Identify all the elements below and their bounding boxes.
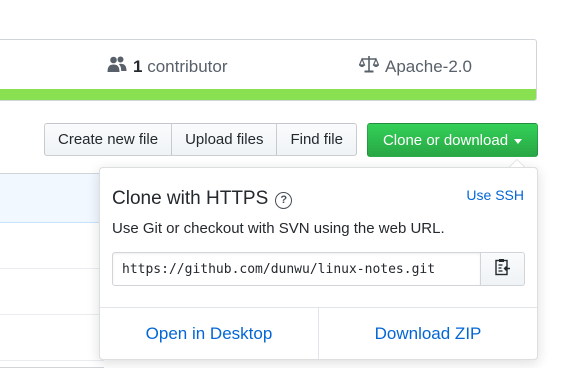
create-new-file-button[interactable]: Create new file <box>44 123 173 156</box>
contributors-label: contributor <box>147 56 228 76</box>
clone-url-input[interactable] <box>112 252 481 286</box>
law-icon <box>358 55 380 78</box>
dropdown-pointer <box>509 159 525 167</box>
commit-header-row <box>0 174 104 223</box>
license-label: Apache-2.0 <box>385 56 472 76</box>
copy-url-button[interactable] <box>481 252 525 286</box>
question-icon[interactable]: ? <box>275 191 293 209</box>
clipboard-icon <box>494 258 511 281</box>
caret-down-icon <box>514 138 523 144</box>
use-ssh-link[interactable]: Use SSH <box>466 187 524 203</box>
license-link[interactable]: Apache-2.0 <box>358 55 472 78</box>
clone-title-text: Clone with HTTPS <box>112 188 269 209</box>
language-bar <box>0 89 536 100</box>
clone-or-download-label: Clone or download <box>382 131 509 149</box>
file-table <box>0 173 104 368</box>
clone-url-group <box>112 252 525 286</box>
clone-footer: Open in Desktop Download ZIP <box>100 307 537 359</box>
find-file-button[interactable]: Find file <box>276 123 357 156</box>
clone-or-download-button[interactable]: Clone or download <box>367 123 538 157</box>
contributors-link[interactable]: 1 contributor <box>107 55 228 78</box>
table-row[interactable] <box>0 269 104 315</box>
clone-description: Use Git or checkout with SVN using the w… <box>112 220 445 237</box>
people-icon <box>107 55 127 78</box>
contributors-count: 1 <box>133 56 143 76</box>
clone-dropdown: Clone with HTTPS ? Use SSH Use Git or ch… <box>99 159 538 360</box>
repo-summary: 1 contributor Apache-2.0 <box>0 39 537 101</box>
open-in-desktop-link[interactable]: Open in Desktop <box>100 308 318 359</box>
table-row[interactable] <box>0 315 104 361</box>
upload-files-button[interactable]: Upload files <box>171 123 278 156</box>
file-actions-group: Create new file Upload files Find file <box>44 123 357 156</box>
clone-title: Clone with HTTPS ? <box>112 188 293 210</box>
download-zip-link[interactable]: Download ZIP <box>318 308 537 359</box>
table-row[interactable] <box>0 223 104 269</box>
